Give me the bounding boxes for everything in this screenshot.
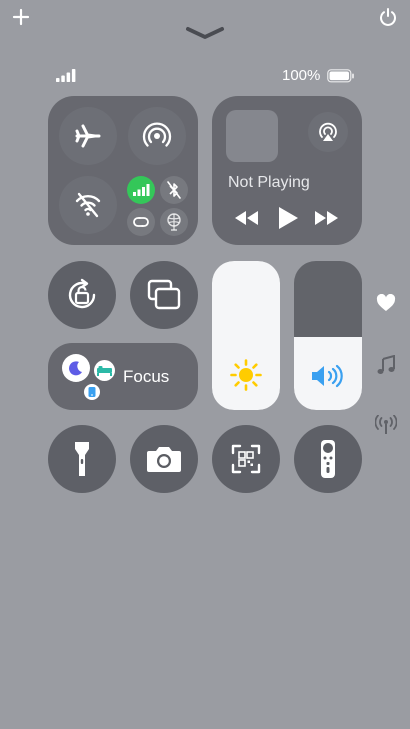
album-art xyxy=(226,110,278,162)
focus-moon-badge xyxy=(62,354,90,382)
heart-icon[interactable] xyxy=(376,294,396,312)
airplane-mode-button[interactable] xyxy=(59,107,117,165)
chevron-down-icon[interactable] xyxy=(184,26,226,40)
remote-icon xyxy=(321,440,335,478)
bluetooth-button[interactable] xyxy=(160,176,188,204)
personal-hotspot-button[interactable] xyxy=(127,208,155,236)
play-icon[interactable] xyxy=(277,206,299,230)
apple-tv-remote-button[interactable] xyxy=(294,425,362,493)
focus-button[interactable]: Focus xyxy=(48,343,198,410)
phone-icon xyxy=(88,387,96,397)
airplay-button[interactable] xyxy=(308,112,348,152)
airplane-icon xyxy=(75,124,101,148)
screen-mirroring-button[interactable] xyxy=(130,261,198,329)
orientation-lock-icon xyxy=(68,278,96,309)
focus-work-badge xyxy=(84,384,100,400)
qr-scanner-button[interactable] xyxy=(212,425,280,493)
now-playing-title: Not Playing xyxy=(228,174,310,191)
vpn-button[interactable] xyxy=(160,208,188,236)
vpn-icon xyxy=(167,213,181,231)
fast-forward-icon[interactable] xyxy=(313,210,339,226)
airdrop-icon xyxy=(142,122,172,147)
personal-hotspot-icon xyxy=(133,217,149,227)
battery-percent: 100% xyxy=(282,67,321,84)
wifi-off-icon xyxy=(75,192,101,218)
cellular-data-button[interactable] xyxy=(127,176,155,204)
brightness-slider[interactable] xyxy=(212,261,280,410)
airplay-icon xyxy=(319,122,337,141)
flashlight-icon xyxy=(75,442,89,476)
music-note-icon[interactable] xyxy=(376,355,396,375)
add-icon[interactable] xyxy=(12,8,30,26)
orientation-lock-button[interactable] xyxy=(48,261,116,329)
focus-sleep-badge xyxy=(94,360,115,381)
airdrop-button[interactable] xyxy=(128,107,186,165)
sun-icon xyxy=(230,359,262,391)
cellular-icon xyxy=(133,184,150,196)
flashlight-button[interactable] xyxy=(48,425,116,493)
camera-button[interactable] xyxy=(130,425,198,493)
rewind-icon[interactable] xyxy=(234,210,260,226)
antenna-icon[interactable] xyxy=(375,415,397,435)
connectivity-tile xyxy=(48,96,198,245)
power-icon[interactable] xyxy=(378,7,398,27)
wifi-button[interactable] xyxy=(59,176,117,234)
battery-icon xyxy=(327,69,354,83)
focus-label: Focus xyxy=(123,367,170,386)
bed-icon xyxy=(97,366,112,376)
camera-icon xyxy=(147,447,181,472)
qr-code-icon xyxy=(231,444,261,474)
moon-icon xyxy=(69,361,82,376)
cellular-signal-icon xyxy=(56,69,76,82)
speaker-icon xyxy=(312,364,343,388)
screen-mirroring-icon xyxy=(147,279,181,310)
bluetooth-off-icon xyxy=(167,181,181,199)
media-tile[interactable]: Not Playing xyxy=(212,96,362,245)
volume-slider[interactable] xyxy=(294,261,362,410)
